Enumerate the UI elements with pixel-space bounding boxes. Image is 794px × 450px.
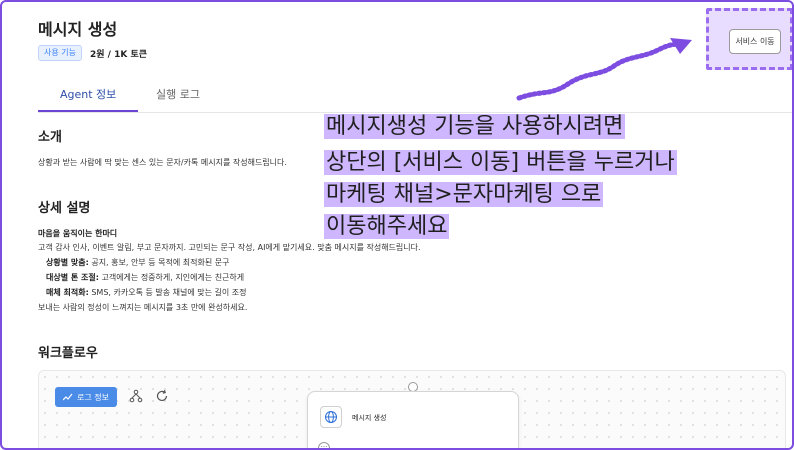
details-line1-text: 고객 감사 인사, 이벤트 알림, 부고 문자까지. 고민되는 문구 작성, A…: [38, 243, 315, 252]
price-label: 2원 / 1K 토큰: [89, 49, 148, 60]
details-subtitle: 마음을 움직이는 한마디: [38, 229, 118, 238]
workflow-node-message[interactable]: 메시지 생성 ···: [307, 391, 519, 448]
refresh-icon[interactable]: [155, 389, 169, 403]
intro-heading: 소개: [38, 130, 62, 145]
detail-item-tone: 대상별 톤 조절: 고객에게는 정중하게, 지인에게는 친근하게: [46, 272, 244, 283]
node-title: 메시지 생성: [352, 414, 387, 422]
page-title: 메시지 생성: [38, 20, 118, 39]
details-closing: 보내는 사람의 정성이 느껴지는 메시지를 3초 만에 완성하세요.: [38, 303, 248, 312]
tab-execution-log[interactable]: 실행 로그: [156, 86, 200, 102]
workflow-canvas[interactable]: 로그 정보 메시지 생성 ···: [38, 370, 786, 448]
log-info-button[interactable]: 로그 정보: [55, 387, 117, 407]
tab-agent-info[interactable]: Agent 정보: [60, 86, 116, 102]
details-line1: 고객 감사 인사, 이벤트 알림, 부고 문자까지. 고민되는 문구 작성, A…: [38, 242, 421, 253]
detail-item-text: SMS, 카카오톡 등 발송 채널에 맞는 길이 조정: [88, 288, 247, 297]
tab-divider: [38, 112, 792, 113]
instruction-line-2: 상단의 [서비스 이동] 버튼을 누르거나: [324, 150, 677, 175]
log-info-label: 로그 정보: [77, 392, 109, 402]
detail-item-label: 매체 최적화:: [46, 288, 89, 297]
feature-badge: 사용 기능: [38, 45, 82, 61]
instruction-line-1: 메시지생성 기능을 사용하시려면: [324, 114, 626, 139]
sitemap-icon[interactable]: [129, 389, 143, 403]
tab-bar: Agent 정보 실행 로그: [38, 80, 792, 113]
instruction-line-3: 마케팅 채널>문자마케팅 으로: [324, 182, 604, 207]
meta-row: 사용 기능 2원 / 1K 토큰: [38, 45, 147, 61]
service-button-highlight: 서비스 이동: [706, 8, 792, 70]
app-frame: 메시지 생성 사용 기능 2원 / 1K 토큰 서비스 이동 Agent 정보 …: [0, 0, 794, 450]
detail-item-situation: 상황별 맞춤: 공지, 홍보, 안부 등 목적에 최적화된 문구: [46, 257, 229, 268]
detail-item-text: 고객에게는 정중하게, 지인에게는 친근하게: [98, 273, 245, 282]
workflow-heading: 워크플로우: [38, 346, 98, 361]
chart-line-icon: [63, 393, 73, 401]
details-line1-tail: 맞춤 메시지를 작성해드립니다.: [317, 243, 421, 252]
more-options-icon[interactable]: ···: [318, 442, 330, 448]
globe-icon: [320, 406, 342, 428]
service-move-button[interactable]: 서비스 이동: [729, 29, 781, 54]
detail-item-text: 공지, 홍보, 안부 등 목적에 최적화된 문구: [88, 258, 230, 267]
detail-item-media: 매체 최적화: SMS, 카카오톡 등 발송 채널에 맞는 길이 조정: [46, 287, 247, 298]
detail-item-label: 상황별 맞춤:: [46, 258, 89, 267]
details-heading: 상세 설명: [38, 201, 91, 216]
tab-active-underline: [38, 110, 138, 112]
instruction-line-4: 이동해주세요: [324, 214, 450, 239]
intro-text: 상황과 받는 사람에 딱 맞는 센스 있는 문자/카톡 메시지를 작성해드립니다…: [38, 158, 287, 167]
detail-item-label: 대상별 톤 조절:: [46, 273, 99, 282]
